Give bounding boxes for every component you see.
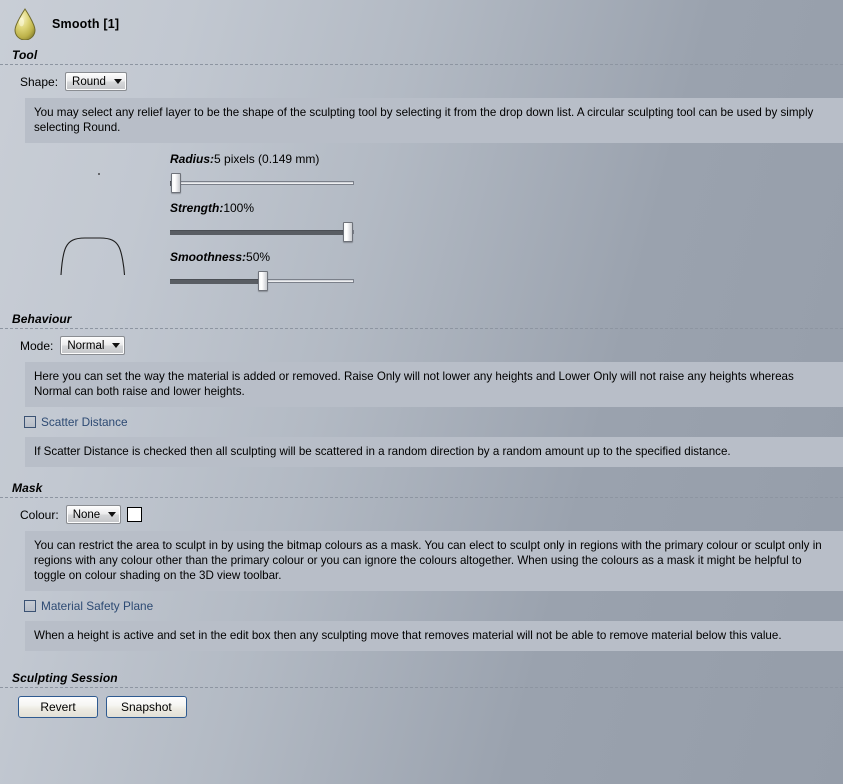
mask-colour-info-panel: You can restrict the area to sculpt in b… xyxy=(25,531,843,591)
slider-radius: Radius:5 pixels (0.149 mm) xyxy=(170,152,843,195)
slider-strength-handle[interactable] xyxy=(343,222,353,242)
slider-strength-label: Strength:100% xyxy=(170,201,843,216)
slider-strength-value: 100% xyxy=(223,201,255,215)
scatter-distance-info-panel: If Scatter Distance is checked then all … xyxy=(25,437,843,467)
mode-dropdown-value: Normal xyxy=(67,339,105,352)
page-title: Smooth [1] xyxy=(52,17,120,31)
colour-row: Colour: None xyxy=(0,498,843,531)
slider-smoothness-rest xyxy=(263,279,354,283)
chevron-down-icon xyxy=(108,512,117,517)
tool-info-panel: You may select any relief layer to be th… xyxy=(25,98,843,143)
slider-strength: Strength:100% xyxy=(170,201,843,244)
section-tool: Tool Shape: Round You may select any rel… xyxy=(0,48,843,312)
chevron-down-icon xyxy=(112,343,121,348)
slider-strength-name: Strength: xyxy=(170,201,224,215)
slider-radius-value: 5 pixels (0.149 mm) xyxy=(214,152,320,166)
snapshot-button[interactable]: Snapshot xyxy=(106,696,187,718)
scatter-distance-row[interactable]: Scatter Distance xyxy=(0,407,843,437)
shape-label: Shape: xyxy=(20,74,59,89)
slider-smoothness-name: Smoothness: xyxy=(170,250,247,264)
panel-header: Smooth [1] xyxy=(0,0,843,48)
colour-label: Colour: xyxy=(20,507,59,522)
session-button-row: Revert Snapshot xyxy=(0,688,843,718)
mode-row: Mode: Normal xyxy=(0,329,843,362)
scatter-distance-label: Scatter Distance xyxy=(41,415,128,429)
slider-smoothness-filled xyxy=(170,279,263,284)
mode-label: Mode: xyxy=(20,338,54,353)
slider-radius-handle[interactable] xyxy=(171,173,181,193)
scatter-distance-checkbox[interactable] xyxy=(24,416,36,428)
shape-dropdown[interactable]: Round xyxy=(65,72,127,91)
section-mask-heading: Mask xyxy=(12,481,43,495)
slider-smoothness-track[interactable] xyxy=(170,269,354,293)
colour-dropdown-value: None xyxy=(72,508,101,521)
slider-strength-filled xyxy=(170,230,352,235)
slider-smoothness: Smoothness:50% xyxy=(170,250,843,293)
material-safety-plane-info-panel: When a height is active and set in the e… xyxy=(25,621,843,651)
shape-profile-preview xyxy=(0,149,170,302)
chevron-down-icon xyxy=(113,79,122,84)
slider-smoothness-value: 50% xyxy=(246,250,271,264)
shape-dropdown-value: Round xyxy=(72,75,106,88)
colour-dropdown[interactable]: None xyxy=(65,505,122,524)
slider-radius-track[interactable] xyxy=(170,171,354,195)
material-safety-plane-row[interactable]: Material Safety Plane xyxy=(0,591,843,621)
section-tool-heading: Tool xyxy=(12,48,38,62)
material-safety-plane-label: Material Safety Plane xyxy=(41,599,154,613)
slider-radius-name: Radius: xyxy=(170,152,215,166)
section-behaviour-heading: Behaviour xyxy=(12,312,72,326)
tool-sliders-area: Radius:5 pixels (0.149 mm) Strength:100% xyxy=(0,143,843,312)
section-session-heading: Sculpting Session xyxy=(12,671,118,685)
slider-stack: Radius:5 pixels (0.149 mm) Strength:100% xyxy=(170,149,843,302)
section-mask: Mask Colour: None You can restrict the a… xyxy=(0,481,843,651)
slider-radius-label: Radius:5 pixels (0.149 mm) xyxy=(170,152,843,167)
colour-swatch-button[interactable] xyxy=(127,507,143,522)
section-sculpting-session: Sculpting Session Revert Snapshot xyxy=(0,671,843,718)
mode-dropdown[interactable]: Normal xyxy=(60,336,126,355)
slider-smoothness-handle[interactable] xyxy=(258,271,268,291)
slider-strength-track[interactable] xyxy=(170,220,354,244)
section-behaviour: Behaviour Mode: Normal Here you can set … xyxy=(0,312,843,467)
shape-row: Shape: Round xyxy=(0,65,843,98)
droplet-icon xyxy=(12,8,38,41)
slider-radius-rest xyxy=(175,181,354,185)
behaviour-mode-info-panel: Here you can set the way the material is… xyxy=(25,362,843,407)
material-safety-plane-checkbox[interactable] xyxy=(24,600,36,612)
slider-smoothness-label: Smoothness:50% xyxy=(170,250,843,265)
revert-button[interactable]: Revert xyxy=(18,696,98,718)
